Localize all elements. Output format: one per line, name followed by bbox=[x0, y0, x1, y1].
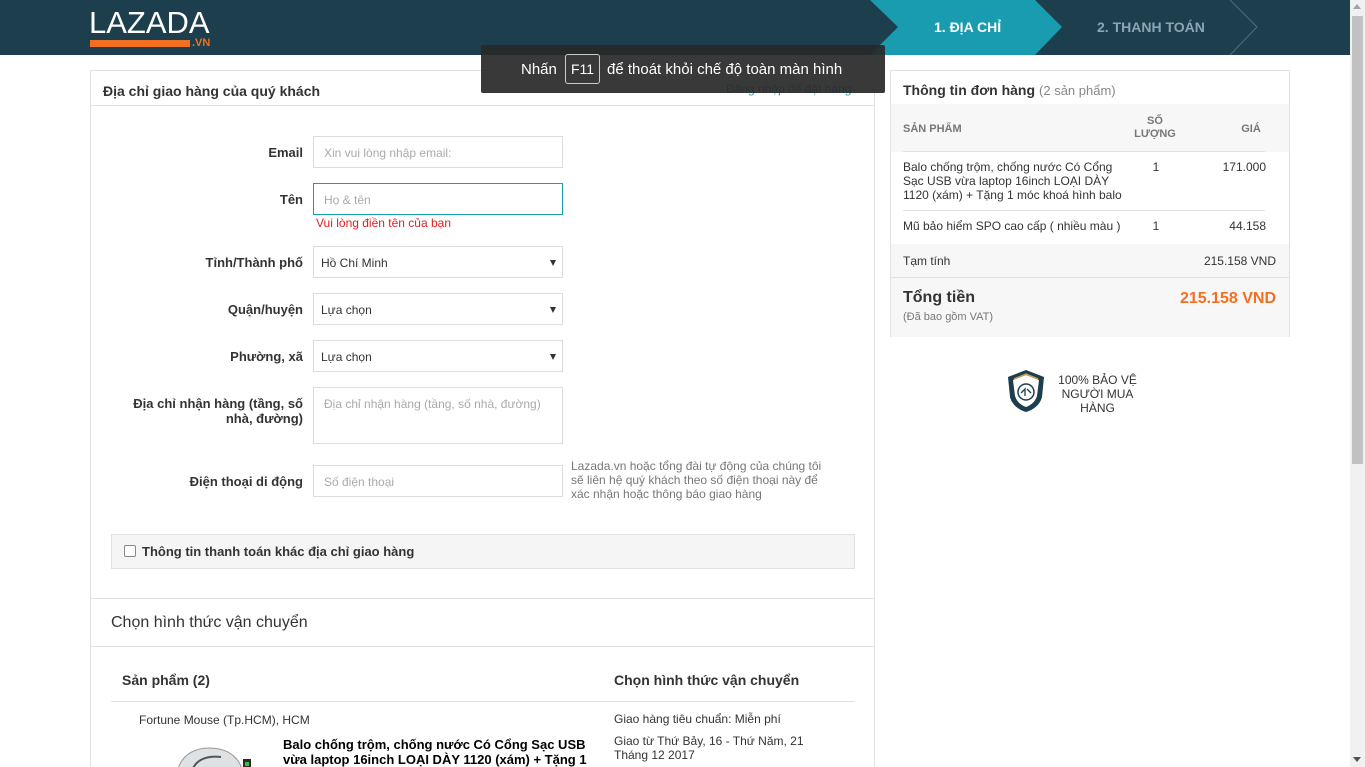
email-field[interactable]: Xin vui lòng nhập email: bbox=[313, 136, 563, 168]
divider bbox=[91, 646, 874, 647]
email-label: Email bbox=[268, 145, 303, 160]
district-select[interactable]: Lựa chọn bbox=[313, 293, 563, 325]
page-scrollbar[interactable] bbox=[1350, 0, 1365, 767]
street-address-textarea[interactable]: Địa chỉ nhận hàng (tầng, số nhà, đường) bbox=[313, 387, 563, 444]
shipping-address-panel: Địa chỉ giao hàng của quý khách Đăng nhậ… bbox=[90, 70, 875, 767]
logo-suffix: .VN bbox=[192, 37, 211, 49]
panel-title: Địa chỉ giao hàng của quý khách bbox=[103, 83, 321, 99]
dropdown-arrow-icon bbox=[550, 307, 556, 313]
column-quantity: SỐ LƯỢNG bbox=[1134, 115, 1176, 140]
toast-pre-text: Nhấn bbox=[521, 61, 557, 78]
city-select[interactable]: Hồ Chí Minh bbox=[313, 246, 563, 278]
row-divider bbox=[903, 210, 1265, 211]
column-price: GIÁ bbox=[1241, 123, 1261, 135]
delivery-date-text: Giao từ Thứ Bảy, 16 - Thứ Năm, 21 Tháng … bbox=[614, 734, 804, 762]
row-divider bbox=[903, 151, 1265, 152]
divider bbox=[91, 598, 874, 599]
subtotal-label: Tạm tính bbox=[903, 254, 951, 268]
street-label: Địa chỉ nhận hàng (tầng, số nhà, đường) bbox=[133, 396, 303, 426]
product-thumbnail bbox=[139, 735, 259, 767]
city-select-value: Hồ Chí Minh bbox=[321, 256, 388, 270]
phone-field[interactable]: Số điện thoại bbox=[313, 465, 563, 497]
subtotal-value: 215.158 VND bbox=[1203, 254, 1276, 268]
city-label: Tỉnh/Thành phố bbox=[205, 255, 303, 270]
name-field[interactable]: Họ & tên bbox=[313, 183, 563, 215]
ward-select-value: Lựa chọn bbox=[321, 350, 372, 364]
order-item-name: Balo chống trộm, chống nước Có Cổng Sạc … bbox=[903, 160, 1122, 202]
step-payment: 2. THANH TOÁN bbox=[1097, 19, 1205, 35]
logo-text: LAZADA bbox=[89, 5, 210, 40]
order-item-price: 44.158 bbox=[1229, 219, 1266, 233]
seller-name: Fortune Mouse (Tp.HCM), HCM bbox=[139, 713, 310, 727]
order-item-qty: 1 bbox=[1152, 219, 1160, 233]
billing-address-option[interactable]: Thông tin thanh toán khác địa chỉ giao h… bbox=[111, 534, 855, 569]
district-label: Quận/huyện bbox=[227, 302, 303, 317]
total-label: Tổng tiền bbox=[903, 289, 975, 306]
checkout-steps: 1. ĐỊA CHỈ 2. THANH TOÁN bbox=[870, 0, 1350, 55]
order-title-text: Thông tin đơn hàng bbox=[903, 82, 1036, 98]
product-name[interactable]: Balo chống trộm, chống nước Có Cổng Sạc … bbox=[283, 737, 593, 767]
products-column-header: Sản phẩm (2) bbox=[122, 672, 210, 688]
shipping-method-title: Chọn hình thức vận chuyển bbox=[111, 614, 308, 631]
name-label: Tên bbox=[279, 192, 303, 207]
toast-key: F11 bbox=[565, 54, 600, 84]
name-error-text: Vui lòng điền tên của bạn bbox=[316, 216, 451, 230]
order-item-qty: 1 bbox=[1152, 160, 1160, 174]
toast-post-text: để thoát khỏi chế độ toàn màn hình bbox=[607, 61, 843, 78]
standard-shipping-option[interactable]: Giao hàng tiêu chuẩn: Miễn phí bbox=[614, 712, 781, 726]
logo-underline bbox=[90, 40, 190, 47]
billing-checkbox[interactable] bbox=[124, 545, 136, 557]
scroll-thumb[interactable] bbox=[1352, 16, 1363, 464]
total-value: 215.158 VND bbox=[1179, 290, 1276, 307]
ward-label: Phường, xã bbox=[230, 349, 303, 364]
shield-icon bbox=[1008, 370, 1044, 412]
step-address: 1. ĐỊA CHỈ bbox=[934, 19, 1002, 35]
order-item-price: 171.000 bbox=[1222, 160, 1266, 174]
dropdown-arrow-icon bbox=[550, 260, 556, 266]
column-product: SẢN PHẨM bbox=[903, 123, 962, 135]
vat-note: (Đã bao gồm VAT) bbox=[903, 311, 994, 323]
ward-select[interactable]: Lựa chọn bbox=[313, 340, 563, 372]
scroll-up-arrow-icon[interactable] bbox=[1353, 4, 1361, 9]
order-item-count: (2 sản phẩm) bbox=[1039, 83, 1116, 98]
fullscreen-toast: Nhấn F11 để thoát khỏi chế độ toàn màn h… bbox=[481, 45, 885, 93]
lazada-logo[interactable]: LAZADA .VN bbox=[89, 6, 217, 50]
phone-hint-text: Lazada.vn hoặc tổng đài tự động của chún… bbox=[571, 459, 822, 501]
buyer-protection-text: 100% BẢO VỆ NGƯỜI MUA HÀNG bbox=[1058, 373, 1137, 415]
district-select-value: Lựa chọn bbox=[321, 303, 372, 317]
order-item-name: Mũ bảo hiểm SPO cao cấp ( nhiều màu ) bbox=[903, 219, 1121, 233]
scroll-down-arrow-icon[interactable] bbox=[1353, 757, 1361, 762]
shipping-method-column-header: Chọn hình thức vận chuyển bbox=[614, 672, 800, 688]
row-divider bbox=[891, 277, 1289, 278]
order-summary-panel: Thông tin đơn hàng (2 sản phẩm) SẢN PHẨM … bbox=[890, 70, 1290, 337]
billing-checkbox-label[interactable]: Thông tin thanh toán khác địa chỉ giao h… bbox=[142, 544, 414, 559]
order-summary-title: Thông tin đơn hàng (2 sản phẩm) bbox=[903, 82, 1116, 98]
phone-label: Điện thoại di động bbox=[189, 474, 303, 489]
divider bbox=[111, 701, 855, 702]
order-table-header: SẢN PHẨM SỐ LƯỢNG GIÁ bbox=[891, 104, 1289, 152]
dropdown-arrow-icon bbox=[550, 354, 556, 360]
